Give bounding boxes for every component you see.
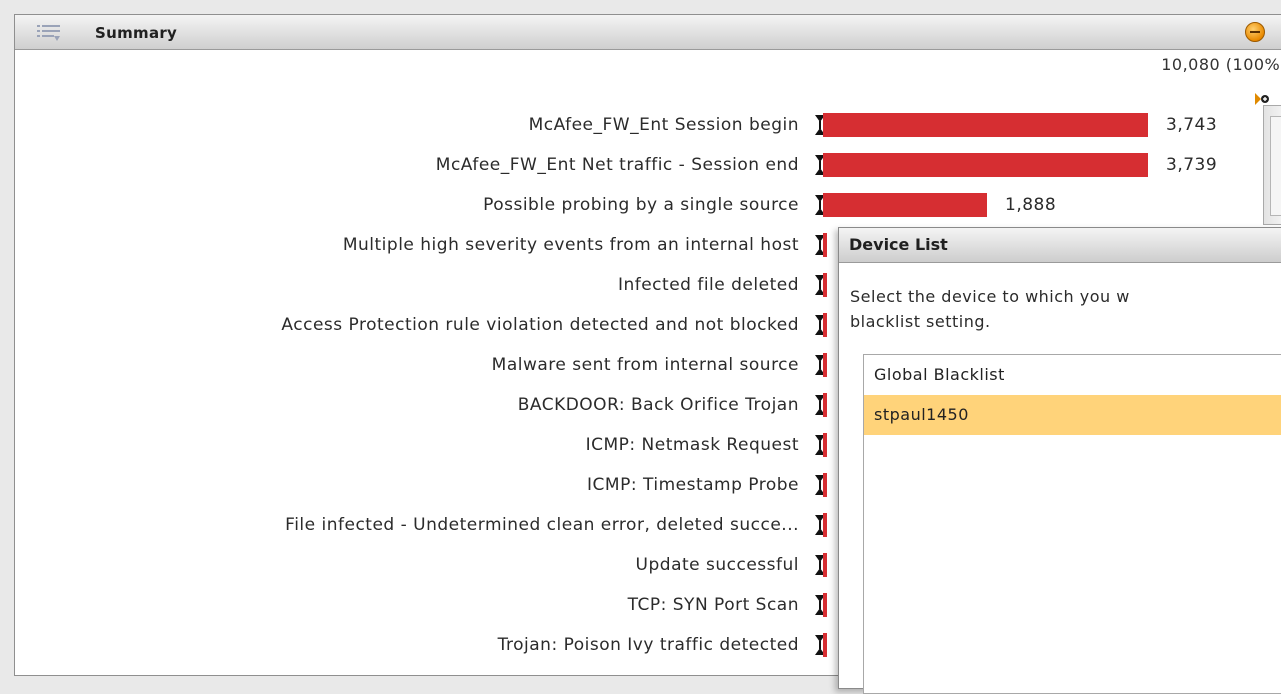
event-count: 1,888 [1005, 195, 1057, 215]
dialog-title: Device List [849, 235, 948, 254]
event-bar[interactable] [823, 153, 1148, 177]
summary-titlebar[interactable]: Summary [15, 15, 1281, 50]
event-bar[interactable] [823, 553, 827, 577]
event-bar[interactable] [823, 473, 827, 497]
event-count: 3,739 [1166, 155, 1218, 175]
event-bar[interactable] [823, 393, 827, 417]
event-bar[interactable] [823, 273, 827, 297]
dialog-titlebar[interactable]: Device List [839, 228, 1281, 263]
event-label: Access Protection rule violation detecte… [281, 315, 799, 335]
event-bar[interactable] [823, 633, 827, 657]
event-bar[interactable] [823, 113, 1148, 137]
device-listbox[interactable]: Global Blacklist stpaul1450 [863, 354, 1281, 694]
list-icon [37, 25, 60, 41]
event-bar[interactable] [823, 313, 827, 337]
event-label: Possible probing by a single source [483, 195, 799, 215]
expand-icon[interactable] [1255, 93, 1269, 105]
event-row[interactable]: McAfee_FW_Ent Net traffic - Session end 3… [15, 145, 1281, 185]
event-label: McAfee_FW_Ent Session begin [528, 115, 799, 135]
event-bar[interactable] [823, 513, 827, 537]
event-label: Trojan: Poison Ivy traffic detected [497, 635, 799, 655]
minimize-icon[interactable] [1245, 22, 1265, 42]
event-label: McAfee_FW_Ent Net traffic - Session end [435, 155, 799, 175]
device-item-label: Global Blacklist [874, 365, 1005, 384]
event-label: BACKDOOR: Back Orifice Trojan [517, 395, 799, 415]
device-item-stpaul1450[interactable]: stpaul1450 [864, 395, 1281, 435]
event-bar[interactable] [823, 593, 827, 617]
event-bar[interactable] [823, 353, 827, 377]
dialog-instruction-line2: blacklist setting. [850, 312, 991, 331]
event-label: ICMP: Netmask Request [585, 435, 799, 455]
event-label: Malware sent from internal source [491, 355, 799, 375]
panel-title: Summary [95, 24, 178, 42]
event-label: Infected file deleted [617, 275, 799, 295]
event-label: TCP: SYN Port Scan [627, 595, 799, 615]
dialog-instruction: Select the device to which you w blackli… [850, 284, 1281, 334]
event-bar[interactable] [823, 193, 987, 217]
device-item-global-blacklist[interactable]: Global Blacklist [864, 355, 1281, 395]
event-label: ICMP: Timestamp Probe [587, 475, 799, 495]
event-row[interactable]: Possible probing by a single source 1,888 [15, 185, 1281, 225]
dialog-instruction-line1: Select the device to which you w [850, 287, 1130, 306]
event-bar[interactable] [823, 433, 827, 457]
device-item-label: stpaul1450 [874, 405, 969, 424]
device-list-dialog: Device List Select the device to which y… [838, 227, 1281, 694]
event-label: Multiple high severity events from an in… [342, 235, 799, 255]
summary-panel: Summary 10,080 (100%) McAfee_FW_Ent Sess… [14, 14, 1281, 694]
event-label: Update successful [635, 555, 799, 575]
total-count: 10,080 (100%) [1161, 55, 1281, 74]
event-row[interactable]: McAfee_FW_Ent Session begin 3,743 [15, 105, 1281, 145]
event-count: 3,743 [1166, 115, 1218, 135]
event-label: File infected - Undetermined clean error… [285, 515, 799, 535]
event-bar[interactable] [823, 233, 827, 257]
